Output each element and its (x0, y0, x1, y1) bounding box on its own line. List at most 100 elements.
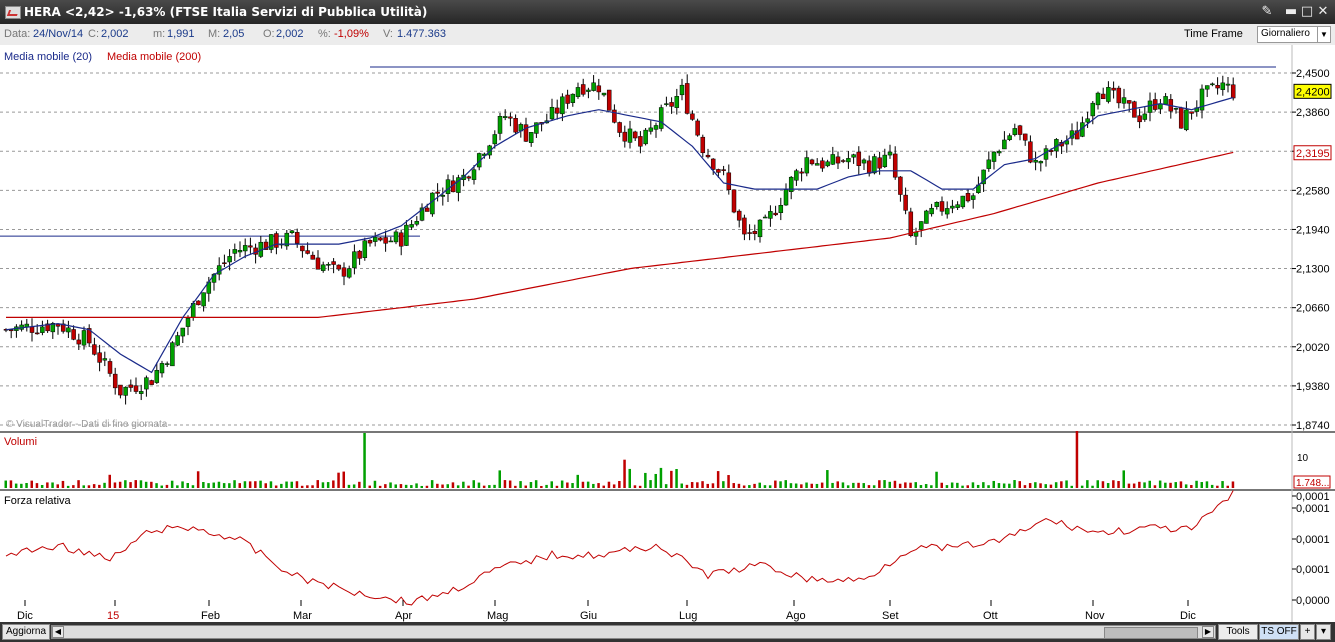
pct-value: -1,09% (334, 28, 369, 40)
candle-body (34, 332, 40, 335)
volume-bar (732, 483, 735, 488)
candle-body (638, 136, 643, 147)
volume-bar (118, 481, 122, 488)
candle-body (1126, 100, 1132, 104)
price-tick-label: 1,8740 (1296, 420, 1330, 432)
tools-button[interactable]: Tools (1218, 624, 1258, 640)
volume-bar (976, 484, 980, 488)
volume-value: 1.477.363 (397, 28, 446, 40)
scroll-right-icon[interactable]: ▶ (1202, 626, 1214, 638)
close-button[interactable]: ✕ (1314, 4, 1332, 20)
timeframe-select[interactable]: Giornaliero ▼ (1257, 26, 1331, 43)
volume-bar (25, 482, 28, 488)
candle-body (554, 107, 560, 114)
time-scrollbar[interactable] (51, 625, 1216, 639)
candle-body (404, 224, 409, 246)
price-tick-label: 2,1940 (1296, 224, 1330, 236)
candle-body (861, 159, 867, 164)
volume-bar (555, 485, 559, 488)
volume-bar (794, 483, 798, 488)
volume-bar (1044, 484, 1047, 488)
volume-bar (1080, 485, 1084, 488)
volume-bar (451, 482, 455, 488)
volume-bar (378, 485, 382, 488)
pin-icon[interactable]: ✎ (1258, 4, 1276, 20)
candle-body (996, 151, 1002, 154)
volume-bar (540, 485, 543, 488)
candle-body (846, 158, 851, 163)
candle-body (1033, 160, 1038, 163)
volume-bar (264, 483, 267, 488)
volume-bar (815, 483, 819, 488)
candle-body (341, 267, 347, 277)
candle-body (346, 268, 352, 278)
volume-bar (352, 484, 356, 488)
volume-bar (768, 485, 772, 488)
update-button[interactable]: Aggiorna (2, 624, 50, 640)
candle-body (648, 127, 654, 132)
volume-bar (1034, 482, 1037, 488)
volume-bar (664, 484, 668, 488)
candle-body (170, 342, 175, 367)
volume-bar (841, 482, 845, 488)
scrollbar-thumb[interactable] (1104, 627, 1198, 639)
time-tick-label: Lug (679, 610, 697, 622)
candle-body (393, 231, 399, 243)
volume-bar (207, 483, 210, 488)
chart-area[interactable]: 2,4500 2,3860 2,3195 2,2580 2,1940 2,1300 2,06… (0, 45, 1335, 622)
volume-bar (222, 483, 226, 488)
volume-label: V: (383, 28, 393, 40)
volume-bar (1195, 480, 1198, 488)
ts-toggle-button[interactable]: TS OFF (1259, 624, 1299, 640)
volume-bar (966, 485, 969, 488)
candle-body (840, 160, 846, 162)
volume-bar (524, 485, 527, 488)
candle-body (575, 87, 581, 97)
volume-bar (680, 483, 683, 488)
volume-bar (1174, 482, 1177, 488)
time-tick-label: Ago (786, 610, 806, 622)
candle-body (721, 169, 726, 171)
volume-bar (1117, 481, 1120, 488)
volume-bar (633, 485, 637, 488)
volume-bar (9, 480, 13, 488)
candle-body (430, 192, 435, 215)
volume-bar (810, 483, 813, 488)
volume-bar (722, 481, 725, 488)
volume-bar (857, 482, 860, 488)
candle-body (757, 219, 763, 238)
candle-body (1022, 133, 1028, 141)
volume-bar (592, 483, 595, 488)
volume-bar (103, 482, 106, 488)
volume-bar (1049, 484, 1053, 488)
stock-chart[interactable]: 2,4500 2,3860 2,3195 2,2580 2,1940 2,1300 2,06… (0, 45, 1335, 622)
volume-bar (347, 484, 351, 488)
volume-bar (644, 472, 647, 488)
volume-bar (139, 480, 143, 488)
volume-bar (826, 470, 829, 488)
plus-button[interactable]: + (1300, 624, 1315, 640)
volume-bar (144, 481, 148, 488)
candle-body (965, 193, 971, 202)
time-tick-label: Mag (487, 610, 508, 622)
time-tick-label: Set (882, 610, 899, 622)
volume-bar (1008, 483, 1011, 488)
volume-bar (1164, 482, 1167, 488)
dropdown-icon[interactable]: ▾ (1316, 624, 1331, 640)
volume-bar (654, 473, 657, 488)
volume-bar (274, 485, 278, 488)
volume-bar (124, 480, 127, 488)
candle-body (367, 240, 373, 244)
volume-bar (831, 482, 834, 488)
candle-body (944, 208, 950, 215)
scroll-left-icon[interactable]: ◀ (52, 626, 64, 638)
max-value: 2,05 (223, 28, 245, 40)
chevron-down-icon[interactable]: ▼ (1317, 27, 1330, 42)
volume-bar (1028, 483, 1032, 488)
volume-bar (914, 482, 917, 488)
volume-last-value: 1.748... (1296, 478, 1329, 489)
candle-body (29, 326, 35, 333)
volume-bar (753, 483, 756, 488)
close-label: C: (88, 28, 99, 40)
candle-body (144, 377, 149, 390)
